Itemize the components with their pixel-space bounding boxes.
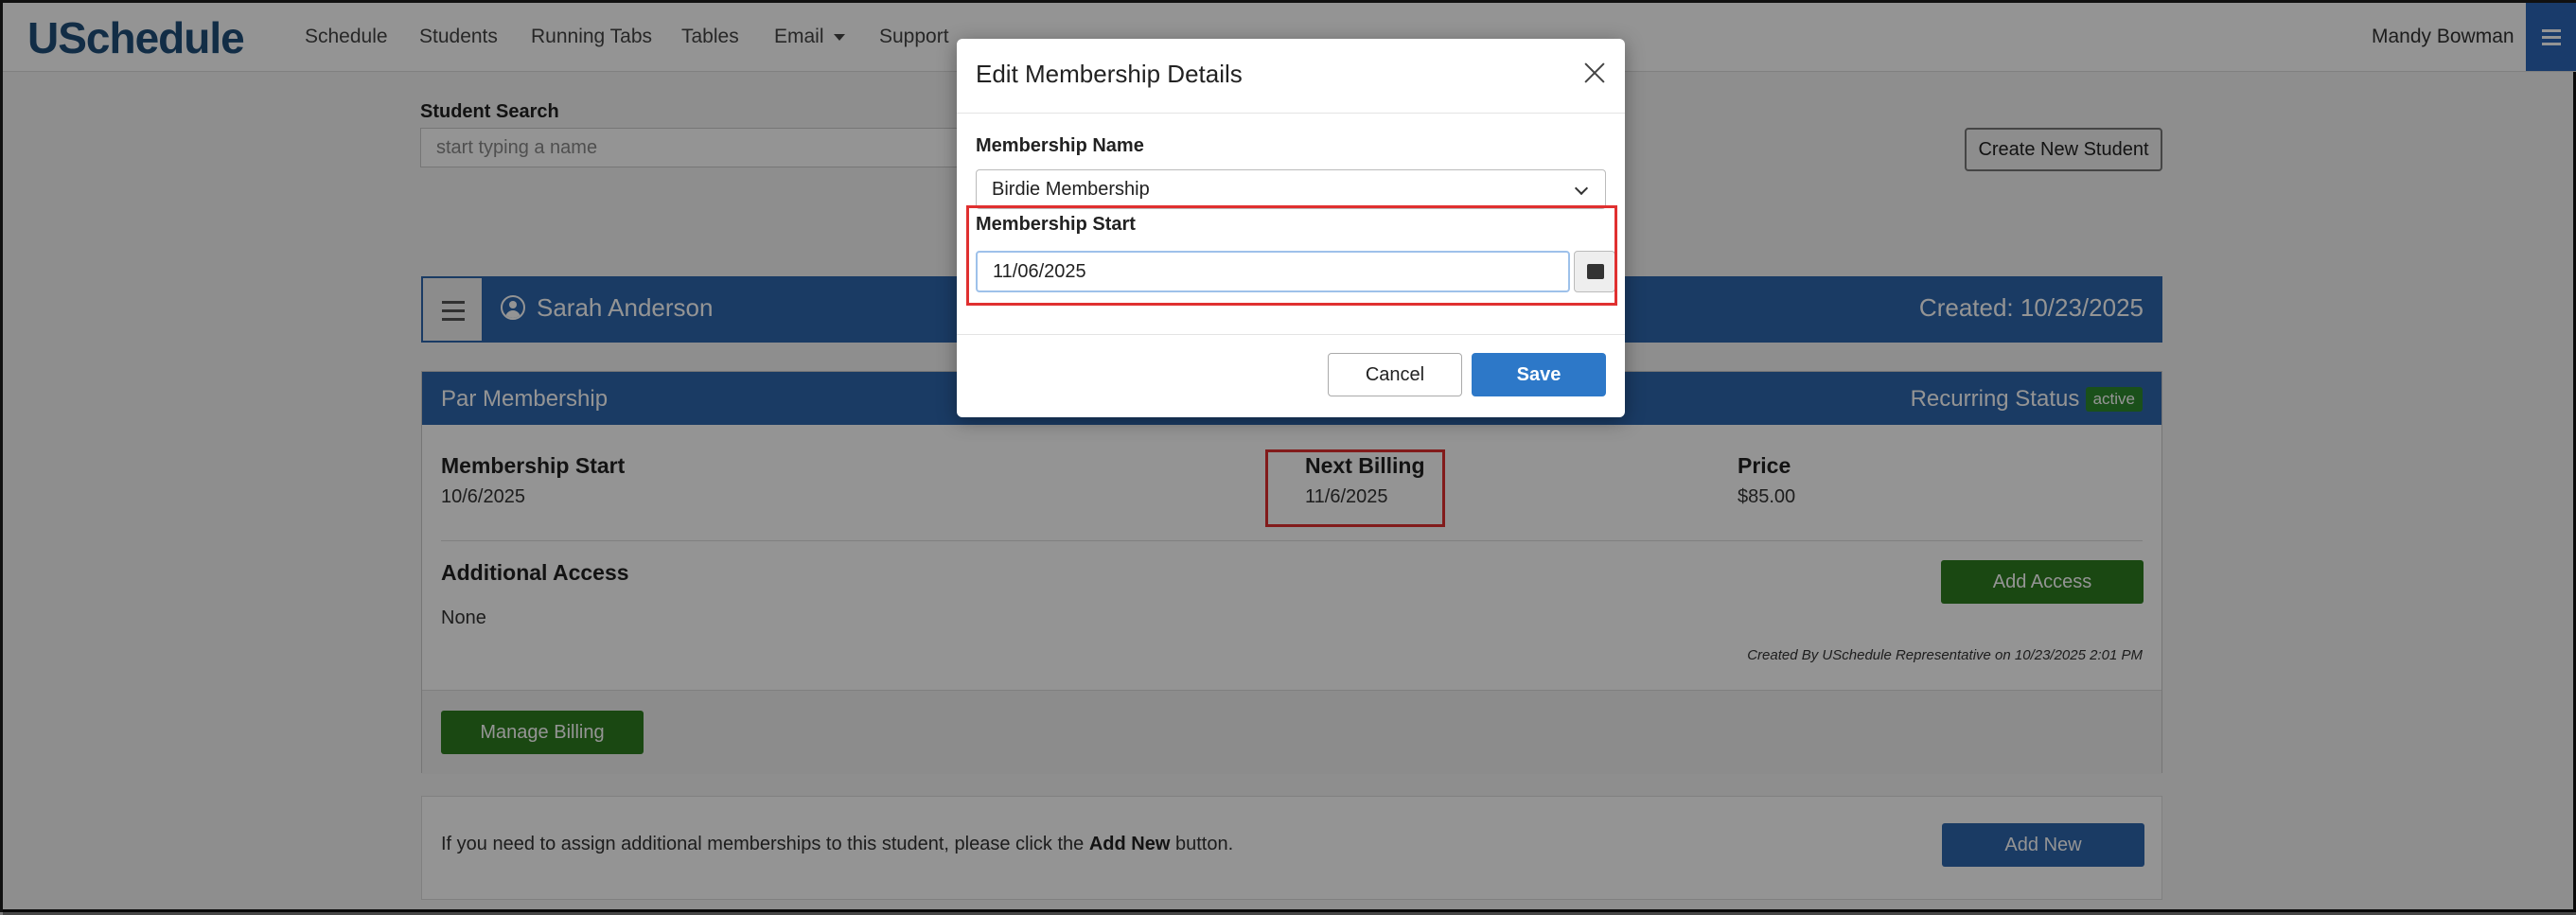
- modal-footer-divider: [957, 334, 1625, 335]
- membership-name-value: Birdie Membership: [992, 179, 1150, 200]
- edit-membership-modal: Edit Membership Details Membership Name …: [957, 39, 1625, 417]
- chevron-down-icon: [1574, 181, 1589, 196]
- app-window: USchedule Schedule Students Running Tabs…: [0, 0, 2576, 915]
- membership-name-select[interactable]: Birdie Membership: [976, 169, 1606, 209]
- modal-title: Edit Membership Details: [976, 60, 1243, 88]
- membership-name-label: Membership Name: [976, 135, 1144, 156]
- save-button[interactable]: Save: [1472, 353, 1606, 396]
- close-icon[interactable]: [1581, 60, 1608, 86]
- modal-header-divider: [957, 113, 1625, 114]
- cancel-button[interactable]: Cancel: [1328, 353, 1462, 396]
- membership-start-highlight: [966, 205, 1617, 306]
